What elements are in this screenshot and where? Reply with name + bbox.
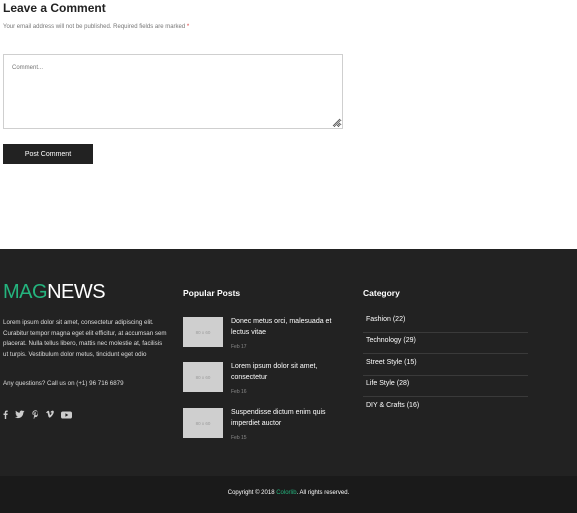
footer-about-text: Lorem ipsum dolor sit amet, consectetur … [3, 319, 167, 359]
comment-textarea[interactable] [3, 54, 343, 129]
category-item[interactable]: DIY & Crafts (16) [363, 398, 528, 419]
post-date: Feb 17 [231, 344, 247, 350]
category-label[interactable]: Life Style (28) [366, 380, 409, 387]
category-item[interactable]: Fashion (22) [363, 312, 528, 333]
required-mark: * [186, 24, 190, 30]
footer-contact: Any questions? Call us on (+1) 96 716 68… [3, 380, 124, 387]
popular-posts-title: Popular Posts [183, 288, 241, 298]
post-date: Feb 15 [231, 435, 247, 441]
post-title[interactable]: Donec metus orci, malesuada et lectus vi… [231, 317, 349, 338]
category-label[interactable]: Street Style (15) [366, 359, 417, 366]
footer: MAGNEWS Lorem ipsum dolor sit amet, cons… [0, 249, 577, 476]
category-item[interactable]: Life Style (28) [363, 376, 528, 397]
post-thumbnail[interactable]: 80 x 60 [183, 317, 223, 347]
comment-note-text: Your email address will not be published… [3, 24, 186, 30]
copyright-text: Copyright © 2018 Colorlib. All rights re… [0, 490, 577, 496]
post-thumbnail[interactable]: 80 x 60 [183, 362, 223, 392]
category-item[interactable]: Street Style (15) [363, 355, 528, 376]
popular-post[interactable]: 80 x 60 Suspendisse dictum enim quis imp… [183, 408, 353, 442]
post-date: Feb 16 [231, 389, 247, 395]
resize-grip-icon[interactable] [332, 118, 341, 127]
copyright-suffix: . All rights reserved. [296, 490, 350, 496]
category-item[interactable]: Technology (29) [363, 333, 528, 354]
post-title[interactable]: Suspendisse dictum enim quis imperdiet a… [231, 408, 349, 429]
popular-post[interactable]: 80 x 60 Lorem ipsum dolor sit amet, cons… [183, 362, 353, 396]
social-links [3, 406, 72, 419]
footer-logo[interactable]: MAGNEWS [3, 281, 106, 304]
comment-note: Your email address will not be published… [3, 24, 189, 30]
popular-post[interactable]: 80 x 60 Donec metus orci, malesuada et l… [183, 317, 353, 351]
post-thumbnail[interactable]: 80 x 60 [183, 408, 223, 438]
pinterest-icon[interactable] [32, 406, 39, 419]
vimeo-icon[interactable] [46, 406, 54, 418]
category-title: Category [363, 288, 400, 298]
logo-news: NEWS [47, 281, 106, 303]
logo-mag: MAG [3, 281, 48, 303]
copyright-bar: Copyright © 2018 Colorlib. All rights re… [0, 476, 577, 513]
category-label[interactable]: Technology (29) [366, 337, 416, 344]
copyright-brand-link[interactable]: Colorlib [276, 490, 296, 496]
comment-section: Leave a Comment Your email address will … [0, 0, 577, 249]
twitter-icon[interactable] [15, 406, 25, 419]
facebook-icon[interactable] [3, 406, 8, 419]
category-label[interactable]: Fashion (22) [366, 316, 405, 323]
youtube-icon[interactable] [61, 406, 72, 419]
post-title[interactable]: Lorem ipsum dolor sit amet, consectetur [231, 362, 349, 383]
category-label[interactable]: DIY & Crafts (16) [366, 402, 419, 409]
copyright-prefix: Copyright © 2018 [227, 490, 275, 496]
post-comment-button[interactable]: Post Comment [3, 144, 93, 164]
comment-title: Leave a Comment [3, 1, 106, 15]
